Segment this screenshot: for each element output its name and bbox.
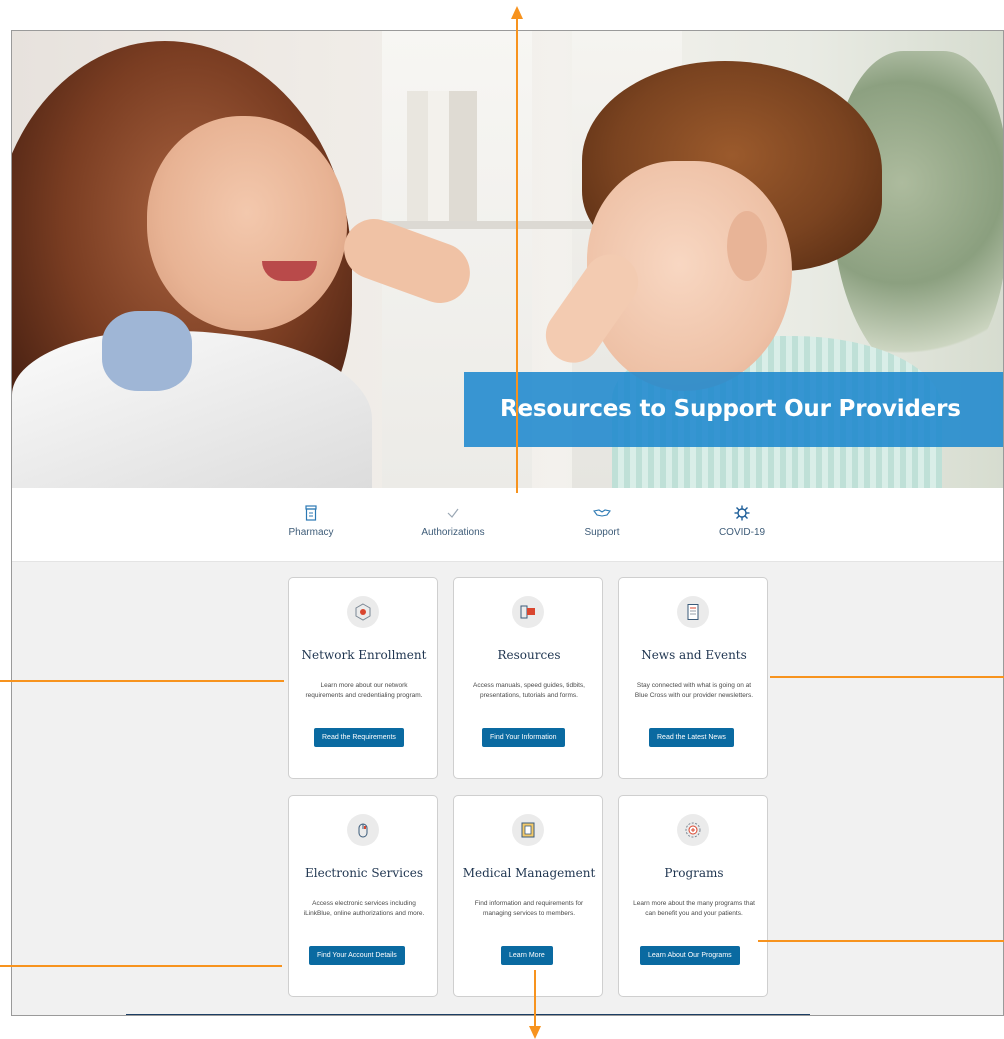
- card-news-events: News and Events Stay connected with what…: [618, 577, 768, 779]
- card-description: Learn more about the many programs that …: [633, 900, 755, 917]
- card-title: Electronic Services: [305, 866, 423, 880]
- doctor-face: [147, 116, 347, 331]
- annotation-line-top: [516, 16, 518, 493]
- card-description: Learn more about our network requirement…: [305, 682, 423, 699]
- learn-more-button[interactable]: Learn More: [501, 946, 553, 965]
- card-network-enrollment: Network Enrollment Learn more about our …: [288, 577, 438, 779]
- find-information-button[interactable]: Find Your Information: [482, 728, 565, 747]
- quick-link-support[interactable]: Support: [542, 502, 662, 538]
- learn-about-programs-button[interactable]: Learn About Our Programs: [640, 946, 740, 965]
- quick-links-bar: Pharmacy Authorizations Support COVID-19: [12, 488, 1003, 562]
- footer-divider: [126, 1014, 810, 1015]
- pharmacy-icon: [251, 502, 371, 524]
- card-description: Access manuals, speed guides, tidbits, p…: [472, 682, 585, 699]
- resource-cards-section: Network Enrollment Learn more about our …: [12, 562, 1003, 1015]
- card-description: Access electronic services including iLi…: [303, 900, 425, 917]
- annotation-line-left-lower: [0, 965, 282, 967]
- quick-link-authorizations[interactable]: Authorizations: [393, 502, 513, 538]
- quick-link-covid[interactable]: COVID-19: [682, 502, 802, 538]
- quick-link-label: COVID-19: [718, 527, 766, 538]
- annotation-line-right-upper: [770, 676, 1004, 678]
- quick-link-label: Pharmacy: [288, 527, 334, 538]
- handshake-icon: [542, 502, 662, 524]
- network-enrollment-icon: [347, 596, 379, 628]
- annotation-line-bottom: [534, 970, 536, 1028]
- card-title: Resources: [497, 648, 561, 662]
- card-description: Stay connected with what is going on at …: [634, 682, 754, 699]
- quick-link-pharmacy[interactable]: Pharmacy: [251, 502, 371, 538]
- card-title: Network Enrollment: [301, 648, 427, 662]
- hero-banner: Resources to Support Our Providers: [464, 372, 1003, 447]
- annotation-line-left-upper: [0, 680, 284, 682]
- annotation-arrow-down: [529, 1026, 541, 1039]
- card-title: Programs: [664, 866, 724, 880]
- card-title: Medical Management: [462, 866, 596, 880]
- doctor-collar: [102, 311, 192, 391]
- card-resources: Resources Access manuals, speed guides, …: [453, 577, 603, 779]
- quick-link-label: Support: [584, 527, 620, 538]
- find-account-details-button[interactable]: Find Your Account Details: [309, 946, 405, 965]
- card-electronic-services: Electronic Services Access electronic se…: [288, 795, 438, 997]
- newsletter-icon: [677, 596, 709, 628]
- checkmark-icon: [393, 502, 513, 524]
- hero-image: Resources to Support Our Providers: [12, 31, 1003, 488]
- read-requirements-button[interactable]: Read the Requirements: [314, 728, 404, 747]
- virus-icon: [682, 502, 802, 524]
- mouse-icon: [347, 814, 379, 846]
- hero-banner-title: Resources to Support Our Providers: [500, 396, 961, 422]
- read-latest-news-button[interactable]: Read the Latest News: [649, 728, 734, 747]
- clipboard-icon: [512, 814, 544, 846]
- programs-badge-icon: [677, 814, 709, 846]
- card-description: Find information and requirements for ma…: [474, 900, 584, 917]
- card-title: News and Events: [641, 648, 747, 662]
- annotation-arrow-up: [511, 6, 523, 19]
- background-books: [407, 91, 477, 221]
- card-programs: Programs Learn more about the many progr…: [618, 795, 768, 997]
- page-frame: Resources to Support Our Providers Pharm…: [11, 30, 1004, 1016]
- child-ear: [727, 211, 767, 281]
- card-medical-management: Medical Management Find information and …: [453, 795, 603, 997]
- resources-icon: [512, 596, 544, 628]
- quick-link-label: Authorizations: [421, 527, 485, 538]
- annotation-line-right-lower: [758, 940, 1004, 942]
